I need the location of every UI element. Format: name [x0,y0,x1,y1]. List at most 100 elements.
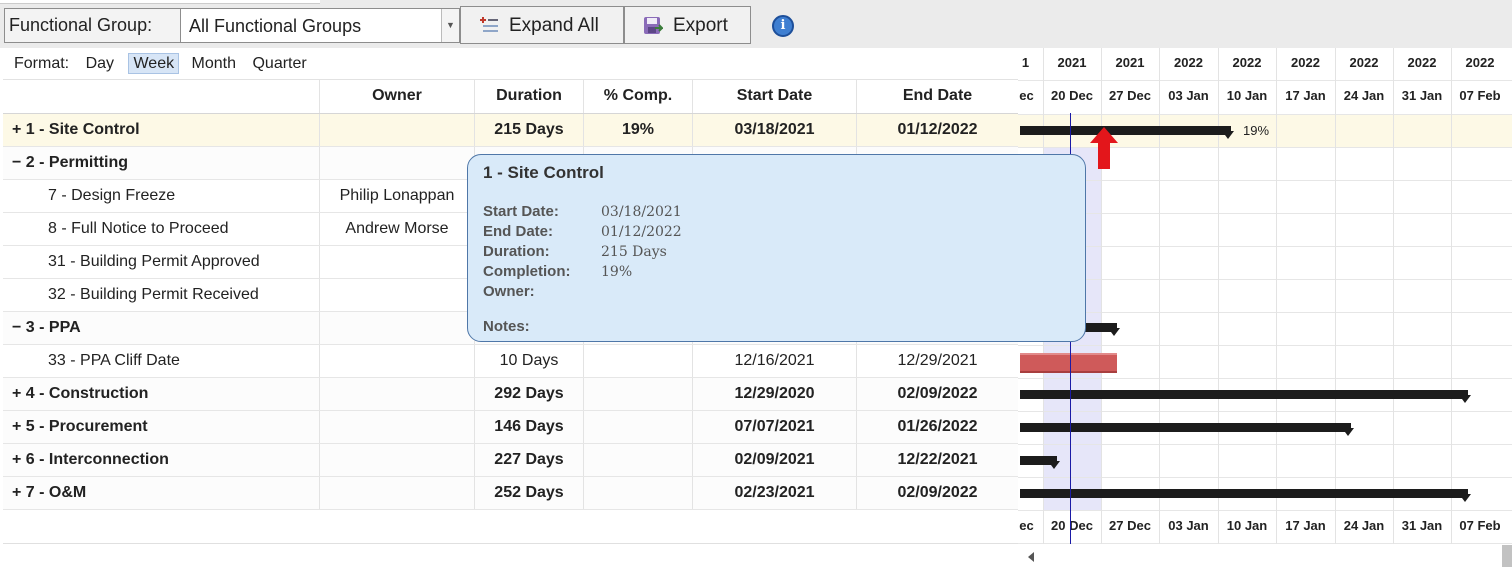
task-pct [584,345,693,377]
task-name[interactable]: 7 - Design Freeze [3,180,320,212]
table-row[interactable]: 33 - PPA Cliff Date 10 Days 12/16/2021 1… [3,345,1018,378]
task-start: 12/29/2020 [693,378,857,410]
task-start: 12/16/2021 [693,345,857,377]
task-name[interactable]: + 7 - O&M [3,477,320,509]
export-icon [644,17,663,34]
task-name[interactable]: 32 - Building Permit Received [3,279,320,311]
format-option-week[interactable]: Week [128,53,180,74]
bar-end-marker [1048,461,1060,469]
task-pct [584,477,693,509]
tooltip-notes-row: Notes: [483,318,601,338]
tooltip-owner-label: Owner: [483,283,535,300]
gantt-column-line [1218,48,1219,544]
gantt-divider [1018,213,1512,214]
gantt-horizontal-scrollbar[interactable] [1018,544,1512,574]
task-start: 03/18/2021 [693,114,857,146]
task-duration: 146 Days [475,411,584,443]
column-header-end-date[interactable]: End Date [857,80,1018,113]
gantt-column-line [1393,48,1394,544]
tooltip-start-label: Start Date: [483,203,559,220]
table-row[interactable]: + 4 - Construction 292 Days 12/29/2020 0… [3,378,1018,411]
gantt-week-label-bottom: 17 Jan [1285,518,1326,533]
gantt-column-line [1276,48,1277,544]
functional-group-select[interactable]: All Functional Groups ▼ [180,8,460,43]
format-option-quarter[interactable]: Quarter [250,55,310,72]
format-label: Format: [14,55,70,72]
table-row[interactable]: + 5 - Procurement 146 Days 07/07/2021 01… [3,411,1018,444]
task-duration: 292 Days [475,378,584,410]
gantt-bar-construction[interactable] [1020,390,1471,403]
tooltip-end-label: End Date: [483,223,554,240]
task-name[interactable]: + 5 - Procurement [3,411,320,443]
task-pct [584,444,693,476]
gantt-week-label: 17 Jan [1285,88,1326,103]
tooltip-duration-row: Duration: 215 Days [483,243,667,263]
task-start: 07/07/2021 [693,411,857,443]
task-duration: 215 Days [475,114,584,146]
gantt-column-line [1101,48,1102,544]
column-header-pct-comp[interactable]: % Comp. [584,80,693,113]
toolbar-top-strip [0,0,320,4]
task-name[interactable]: + 4 - Construction [3,378,320,410]
column-header-owner[interactable]: Owner [320,80,475,113]
task-owner [320,477,475,509]
grid-footer [3,510,1018,544]
task-end: 01/26/2022 [897,418,978,435]
task-owner [320,147,475,179]
task-pct [584,378,693,410]
gantt-divider [1018,312,1512,313]
gantt-year-label: 2022 [1291,55,1320,70]
gantt-week-label-bottom: 27 Dec [1109,518,1151,533]
task-name[interactable]: 8 - Full Notice to Proceed [3,213,320,245]
task-name[interactable]: − 3 - PPA [3,312,320,344]
task-name[interactable]: − 2 - Permitting [3,147,320,179]
format-option-month[interactable]: Month [190,55,240,72]
table-row[interactable]: + 7 - O&M 252 Days 02/23/2021 02/09/2022 [3,477,1018,510]
tooltip-owner-row: Owner: [483,283,601,303]
column-header-name[interactable] [3,80,320,113]
export-label: Export [673,15,728,36]
gantt-year-label: 2022 [1232,55,1262,70]
functional-group-label: Functional Group: [4,8,180,43]
grid-header: Owner Duration % Comp. Start Date End Da… [3,80,1018,114]
gantt-week-label-bottom: 20 Dec [1051,518,1093,533]
gantt-column-line [1159,48,1160,544]
format-option-day[interactable]: Day [84,55,118,72]
task-owner [320,345,475,377]
export-button[interactable]: Export [624,6,751,44]
table-row[interactable]: + 1 - Site Control 215 Days 19% 03/18/20… [3,114,1018,147]
gantt-divider [1018,279,1512,280]
dropdown-arrow-icon[interactable]: ▼ [441,9,459,42]
gantt-week-label-bottom: 10 Jan [1226,518,1268,533]
gantt-column-line [1335,48,1336,544]
task-name[interactable]: + 1 - Site Control [3,114,320,146]
gantt-bar-pct-label: 19% [1243,123,1270,138]
gantt-bar-ppa-cliff-date[interactable] [1020,353,1117,373]
gantt-divider [1018,345,1512,346]
task-owner [320,279,475,311]
tooltip-completion-value: 19% [601,264,633,280]
table-row[interactable]: + 6 - Interconnection 227 Days 02/09/202… [3,444,1018,477]
task-end: 12/29/2021 [897,352,978,369]
tooltip-start-row: Start Date: 03/18/2021 [483,203,682,223]
task-name[interactable]: + 6 - Interconnection [3,444,320,476]
info-icon[interactable]: i [772,15,794,37]
tooltip-duration-label: Duration: [483,243,550,260]
scroll-left-arrow-icon[interactable] [1028,552,1034,562]
task-owner: Philip Lonappan [320,180,475,212]
gantt-bar-site-control[interactable] [1020,126,1234,139]
task-duration: 252 Days [475,477,584,509]
task-name[interactable]: 33 - PPA Cliff Date [3,345,320,377]
column-header-duration[interactable]: Duration [475,80,584,113]
column-header-start-date[interactable]: Start Date [693,80,857,113]
gantt-week-label: 31 Jan [1401,88,1443,103]
task-name[interactable]: 31 - Building Permit Approved [3,246,320,278]
gantt-column-line [1451,48,1452,544]
scrollbar-thumb[interactable] [1502,545,1512,567]
expand-all-button[interactable]: Expand All [460,6,624,44]
gantt-bar-interconnection[interactable] [1020,456,1060,469]
gantt-bar-om[interactable] [1020,489,1471,502]
bar-end-marker [1459,494,1471,502]
task-start: 02/09/2021 [693,444,857,476]
task-pct: 19% [584,114,693,146]
